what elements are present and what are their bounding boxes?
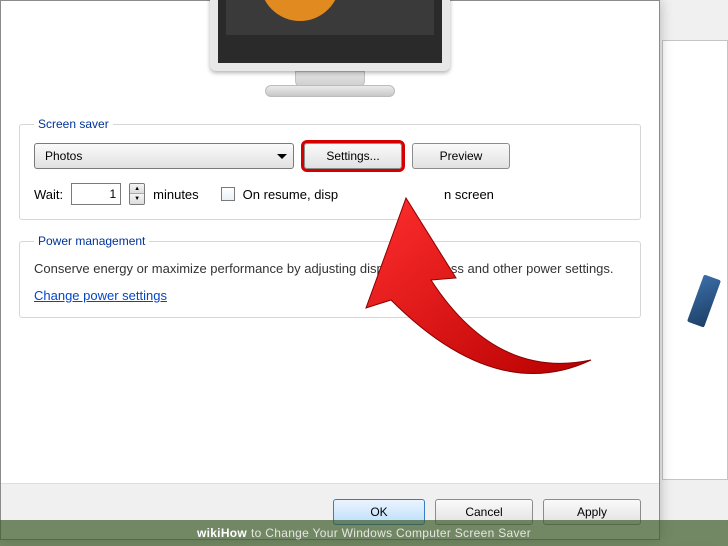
power-management-group: Power management Conserve energy or maxi… [19, 234, 641, 318]
watermark-brand: wikiHow [197, 526, 247, 540]
wait-label: Wait: [34, 187, 63, 202]
resume-logon-checkbox[interactable] [221, 187, 235, 201]
preview-button[interactable]: Preview [412, 143, 510, 169]
screensaver-controls-row: Photos Settings... Preview [34, 143, 626, 169]
settings-button[interactable]: Settings... [304, 143, 402, 169]
power-legend: Power management [34, 234, 149, 248]
screensaver-dropdown-value: Photos [45, 149, 82, 163]
chevron-down-icon [277, 154, 287, 159]
background-window [662, 40, 728, 480]
spinner-down-icon[interactable]: ▼ [130, 194, 144, 204]
resume-logon-label-part2: n screen [444, 187, 494, 202]
screensaver-dropdown[interactable]: Photos [34, 143, 294, 169]
screensaver-legend: Screen saver [34, 117, 113, 131]
watermark-text: to Change Your Windows Computer Screen S… [251, 526, 531, 540]
preview-photo: PAMAHAYAN NG LAMOK [226, 0, 434, 35]
dialog-body: Screen saver Photos Settings... Preview … [1, 111, 659, 318]
wait-spinner[interactable]: ▲ ▼ [129, 183, 145, 205]
spinner-up-icon[interactable]: ▲ [130, 184, 144, 194]
pen-icon [687, 274, 721, 327]
resume-logon-label-part1: On resume, disp [243, 187, 338, 202]
screensaver-group: Screen saver Photos Settings... Preview … [19, 117, 641, 220]
monitor-screen: PAMAHAYAN NG LAMOK [210, 0, 450, 71]
photo-graphic [260, 0, 340, 21]
monitor-base [265, 85, 395, 97]
wait-row: Wait: ▲ ▼ minutes On resume, disp n scre… [34, 183, 626, 205]
screensaver-monitor-preview: PAMAHAYAN NG LAMOK [200, 0, 460, 111]
power-description: Conserve energy or maximize performance … [34, 260, 626, 278]
wait-unit-label: minutes [153, 187, 199, 202]
wikihow-watermark: wikiHow to Change Your Windows Computer … [0, 520, 728, 546]
screensaver-settings-dialog: PAMAHAYAN NG LAMOK Screen saver Photos S… [0, 0, 660, 540]
change-power-settings-link[interactable]: Change power settings [34, 288, 167, 303]
wait-minutes-input[interactable] [71, 183, 121, 205]
